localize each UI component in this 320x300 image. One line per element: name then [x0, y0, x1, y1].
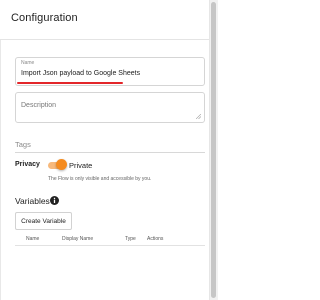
scrollbar-thumb[interactable] [211, 2, 216, 298]
variables-title: Variables [15, 196, 50, 206]
panel-header: Configuration [0, 0, 209, 40]
column-header-actions: Actions [147, 236, 164, 242]
column-header-type: Type [125, 236, 136, 242]
tags-label: Tags [15, 140, 31, 149]
description-placeholder: Description [21, 102, 57, 109]
panel-divider [0, 40, 1, 300]
page-title: Configuration [11, 12, 78, 24]
privacy-label: Privacy [15, 161, 40, 168]
configuration-panel: Configuration Name Import Json payload t… [0, 0, 209, 300]
table-header-divider [15, 245, 205, 246]
name-field-value[interactable]: Import Json payload to Google Sheets [21, 70, 140, 77]
privacy-help-text: The Flow is only visible and accessible … [48, 176, 152, 182]
info-icon[interactable] [50, 196, 59, 205]
name-field-label: Name [21, 60, 35, 66]
red-underline-annotation [17, 82, 123, 84]
description-field[interactable]: Description [15, 92, 205, 123]
column-header-name: Name [26, 236, 40, 242]
column-header-display-name: Display Name [62, 236, 94, 242]
privacy-toggle-knob[interactable] [56, 159, 67, 170]
tags-input-line[interactable] [15, 152, 205, 153]
resize-grip-icon[interactable] [196, 114, 201, 119]
create-variable-button[interactable]: Create Variable [15, 212, 72, 230]
privacy-toggle-label: Private [69, 161, 93, 170]
